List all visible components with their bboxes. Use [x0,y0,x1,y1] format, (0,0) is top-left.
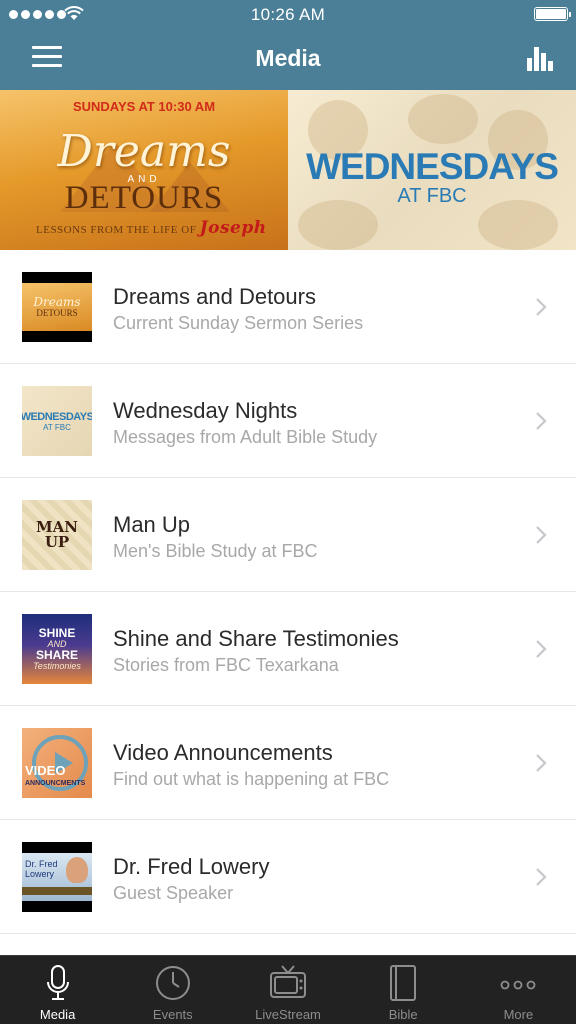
series-thumbnail: Dreams DETOURS [22,272,92,342]
banner-subtitle: DETOURS [64,180,224,216]
series-thumbnail: WEDNESDAYS AT FBC [22,386,92,456]
banner-title: WEDNESDAYS [306,146,559,187]
list-item-title: Wednesday Nights [113,398,298,423]
list-item-title: Video Announcements [113,740,333,765]
banner-footer-name: Joseph [199,218,267,238]
thumbnail-text: Dr. Fred Lowery [25,859,58,879]
bar-chart-icon[interactable] [526,44,554,72]
status-bar: 10:26 AM [0,0,576,30]
list-item[interactable]: Dreams DETOURS Dreams and Detours Curren… [0,250,576,364]
thumbnail-text: Testimonies [33,661,81,671]
chevron-right-icon [536,526,547,544]
list-item[interactable]: Dr. Fred Lowery Dr. Fred Lowery Guest Sp… [0,820,576,934]
list-item-subtitle: Find out what is happening at FBC [113,769,390,789]
list-item[interactable]: SHINE AND SHARE Testimonies Shine and Sh… [0,592,576,706]
thumbnail-text: SHINE [38,626,76,640]
thumbnail-text: Dreams [33,295,81,309]
media-list: Dreams DETOURS Dreams and Detours Curren… [0,250,576,934]
list-item-subtitle: Stories from FBC Texarkana [113,655,339,675]
top-bar: 10:26 AM Media [0,0,576,90]
tab-livestream[interactable]: LiveStream [230,956,345,1024]
chevron-right-icon [536,868,547,886]
tab-events[interactable]: Events [115,956,230,1024]
thumbnail-bar [22,887,92,895]
tab-media[interactable]: Media [0,956,115,1024]
battery-icon [534,7,571,21]
tab-label: More [503,1007,534,1022]
tab-bible[interactable]: Bible [346,956,461,1024]
list-item[interactable]: VIDEO ANNOUNCMENTS Video Announcements F… [0,706,576,820]
chevron-right-icon [536,298,547,316]
page-title: Media [255,45,321,71]
book-icon [390,965,417,1001]
thumbnail-text: ANNOUNCMENTS [25,780,86,787]
banner-subtitle: AT FBC [397,185,467,207]
chevron-right-icon [536,640,547,658]
tab-label: Events [152,1007,193,1022]
banner-wednesdays[interactable]: WEDNESDAYS AT FBC [288,90,576,250]
clock-icon [155,966,190,1000]
list-item-subtitle: Men's Bible Study at FBC [113,541,318,561]
series-thumbnail: SHINE AND SHARE Testimonies [22,614,92,684]
speaker-photo [66,857,88,883]
thumbnail-text: WEDNESDAYS [22,410,92,423]
photo-graphic [408,94,478,144]
list-item-title: Dreams and Detours [113,284,316,309]
banner-footer-text: LESSONS FROM THE LIFE OF [36,224,197,236]
banner-schedule: SUNDAYS AT 10:30 AM [72,99,216,114]
list-item-subtitle: Guest Speaker [113,883,234,903]
chevron-right-icon [536,754,547,772]
list-item-title: Shine and Share Testimonies [113,626,399,651]
banner-title: Dreams [57,126,231,177]
list-item[interactable]: MAN UP Man Up Men's Bible Study at FBC [0,478,576,592]
tab-bar: Media Events LiveStream Bible More [0,955,576,1024]
thumbnail-text-line: Lowery [25,869,55,879]
thumbnail-text: AT FBC [43,422,71,432]
thumbnail-text: SHARE [35,648,78,662]
tab-label: Media [39,1007,76,1022]
thumbnail-text: UP [44,533,70,551]
banner-dreams-and-detours[interactable]: SUNDAYS AT 10:30 AM Dreams AND DETOURS L… [0,90,288,250]
series-thumbnail: MAN UP [22,500,92,570]
featured-banners: SUNDAYS AT 10:30 AM Dreams AND DETOURS L… [0,90,576,250]
series-thumbnail: VIDEO ANNOUNCMENTS [22,728,92,798]
list-item[interactable]: WEDNESDAYS AT FBC Wednesday Nights Messa… [0,364,576,478]
chevron-right-icon [536,412,547,430]
tab-more[interactable]: More [461,956,576,1024]
list-item-subtitle: Current Sunday Sermon Series [113,313,364,333]
thumbnail-text: DETOURS [36,308,78,318]
list-item-subtitle: Messages from Adult Bible Study [113,427,378,447]
list-item-title: Man Up [113,512,191,537]
status-time: 10:26 AM [250,5,326,24]
list-item-title: Dr. Fred Lowery [113,854,270,879]
banner-footer: LESSONS FROM THE LIFE OF Joseph [36,218,267,238]
tab-label: Bible [388,1007,418,1022]
more-dots-icon [501,980,536,990]
thumbnail-text-line: Dr. Fred [25,859,58,869]
tv-icon [270,965,306,998]
thumbnail-text: VIDEO [25,763,66,778]
tab-label: LiveStream [255,1007,321,1022]
series-thumbnail: Dr. Fred Lowery [22,842,92,912]
microphone-icon [46,965,69,1000]
